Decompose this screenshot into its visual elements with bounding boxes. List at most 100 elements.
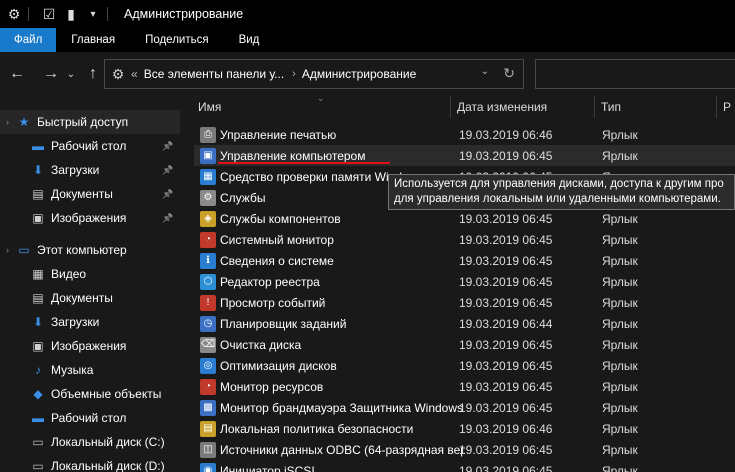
sidebar-item[interactable]: ♪ Музыка [0, 358, 180, 382]
odbc-icon: ◫ [200, 441, 216, 458]
file-date: 19.03.2019 06:45 [459, 274, 553, 289]
forward-arrow-icon[interactable]: → [40, 63, 62, 85]
column-header-date[interactable]: Дата изменения [451, 96, 595, 118]
sidebar-item[interactable]: › ▭ Этот компьютер [0, 238, 180, 262]
tab-home[interactable]: Главная [56, 28, 130, 52]
sidebar-item-label: Объемные объекты [51, 387, 162, 401]
breadcrumb-overflow[interactable]: « [131, 67, 138, 81]
file-row[interactable]: ⌫ Очистка диска 19.03.2019 06:45 Ярлык [194, 334, 735, 355]
file-row[interactable]: ⬡ Редактор реестра 19.03.2019 06:45 Ярлык [194, 271, 735, 292]
expand-chevron-icon[interactable]: › [6, 245, 16, 255]
sidebar-item[interactable]: ▦ Видео [0, 262, 180, 286]
file-row[interactable]: ◔ Монитор ресурсов 19.03.2019 06:45 Ярлык [194, 376, 735, 397]
breadcrumb-administration[interactable]: Администрирование [302, 67, 416, 81]
drive-icon: ▭ [32, 459, 44, 472]
defragment-icon: ◎ [200, 357, 216, 374]
file-name: Локальная политика безопасности [220, 421, 414, 436]
file-row[interactable]: ◎ Оптимизация дисков 19.03.2019 06:45 Ярлык [194, 355, 735, 376]
tab-file[interactable]: Файл [0, 28, 57, 52]
file-type: Ярлык [602, 253, 638, 268]
address-bar[interactable]: ⚙ « Все элементы панели у... › Администр… [104, 59, 524, 89]
file-date: 19.03.2019 06:45 [459, 358, 553, 373]
pictures-icon: ▣ [32, 211, 44, 225]
file-row[interactable]: ◈ Службы компонентов 19.03.2019 06:45 Ярлык [194, 208, 735, 229]
sidebar-item-label: Документы [51, 187, 113, 201]
sidebar-item[interactable]: ▤ Документы [0, 286, 180, 310]
search-input[interactable] [535, 59, 735, 89]
sidebar-item[interactable]: › ★ Быстрый доступ [0, 110, 180, 134]
window-title: Администрирование [124, 7, 244, 21]
column-header-name[interactable]: Имя [192, 96, 451, 118]
pin-icon[interactable]: 📌 [162, 189, 173, 200]
documents-icon: ▤ [32, 291, 44, 305]
sidebar-item[interactable]: ▣ Изображения [0, 334, 180, 358]
customize-toolbar-icon[interactable]: ▾ [85, 6, 101, 22]
file-row[interactable]: ◫ Источники данных ODBC (64-разрядная вер… [194, 439, 735, 460]
file-type: Ярлык [602, 316, 638, 331]
file-date: 19.03.2019 06:45 [459, 400, 553, 415]
sidebar-item-label: Быстрый доступ [37, 115, 129, 129]
pin-icon[interactable]: 📌 [162, 141, 173, 152]
tab-share[interactable]: Поделиться [130, 28, 224, 52]
file-row[interactable]: ▩ Монитор брандмауэра Защитника Windows 19… [194, 397, 735, 418]
sidebar-item-label: Рабочий стол [51, 411, 127, 425]
sidebar-item[interactable]: ⬇ Загрузки 📌 [0, 158, 180, 182]
sidebar-item-label: Видео [51, 267, 87, 281]
file-type: Ярлык [602, 463, 638, 472]
control-panel-icon: ⚙ [111, 65, 125, 82]
file-date: 19.03.2019 06:45 [459, 211, 553, 226]
file-name: Оптимизация дисков [220, 358, 337, 373]
up-arrow-icon[interactable]: ↑ [82, 63, 104, 85]
back-arrow-icon[interactable]: ← [6, 63, 28, 85]
properties-icon[interactable]: ☑ [41, 6, 57, 22]
sidebar-item[interactable]: ▬ Рабочий стол 📌 [0, 134, 180, 158]
sidebar-item[interactable]: ⬇ Загрузки [0, 310, 180, 334]
sidebar-item[interactable]: ◆ Объемные объекты [0, 382, 180, 406]
sidebar-item-label: Рабочий стол [51, 139, 127, 153]
sidebar-item[interactable]: ▭ Локальный диск (D:) [0, 454, 180, 472]
sidebar-item[interactable]: ▭ Локальный диск (C:) [0, 430, 180, 454]
sidebar-item-label: Музыка [51, 363, 94, 377]
pin-icon[interactable]: 📌 [162, 165, 173, 176]
music-icon: ♪ [35, 363, 41, 377]
file-row[interactable]: ℹ Сведения о системе 19.03.2019 06:45 Ярлык [194, 250, 735, 271]
expand-chevron-icon[interactable]: › [6, 117, 16, 127]
download-icon: ⬇ [32, 315, 44, 329]
disk-cleanup-icon: ⌫ [200, 336, 216, 353]
tooltip: Используется для управления дисками, дос… [388, 174, 735, 210]
file-type: Ярлык [602, 295, 638, 310]
pin-icon[interactable]: 📌 [162, 213, 173, 224]
file-name: Редактор реестра [220, 274, 320, 289]
new-folder-icon[interactable]: ▮ [63, 6, 79, 22]
file-row[interactable]: ◉ Инициатор iSCSI 19.03.2019 06:45 Ярлык [194, 460, 735, 472]
address-dropdown-icon[interactable]: ⌄ [481, 66, 489, 77]
file-row[interactable]: ▣ Управление компьютером 19.03.2019 06:45 Я… [194, 145, 735, 166]
tooltip-line-2: для управления локальным или удаленными … [394, 193, 721, 205]
sidebar-item[interactable]: ▬ Рабочий стол [0, 406, 180, 430]
file-name: Очистка диска [220, 337, 302, 352]
sidebar-item-label: Локальный диск (D:) [51, 459, 165, 472]
file-type: Ярлык [602, 358, 638, 373]
sidebar-item-label: Загрузки [51, 315, 100, 329]
file-row[interactable]: ⎙ Управление печатью 19.03.2019 06:46 Ярлык [194, 124, 735, 145]
file-row[interactable]: ◷ Планировщик заданий 19.03.2019 06:44 Ярлы… [194, 313, 735, 334]
column-header-type[interactable]: Тип [595, 96, 717, 118]
file-row[interactable]: ▤ Локальная политика безопасности 19.03.20… [194, 418, 735, 439]
settings-icon[interactable]: ⚙ [6, 6, 22, 22]
security-policy-icon: ▤ [200, 420, 216, 437]
file-row[interactable]: ! Просмотр событий 19.03.2019 06:45 Ярлык [194, 292, 735, 313]
system-info-icon: ℹ [200, 252, 216, 269]
breadcrumb-control-panel[interactable]: Все элементы панели у... [144, 67, 284, 81]
recent-locations-chevron-icon[interactable]: ⌄ [64, 63, 78, 85]
file-type: Ярлык [602, 379, 638, 394]
sidebar-item[interactable]: ▣ Изображения 📌 [0, 206, 180, 230]
sidebar-item[interactable]: ▤ Документы 📌 [0, 182, 180, 206]
file-date: 19.03.2019 06:45 [459, 337, 553, 352]
refresh-icon[interactable]: ↻ [503, 65, 515, 82]
file-date: 19.03.2019 06:45 [459, 253, 553, 268]
column-header-size[interactable]: Р [717, 96, 735, 118]
pictures-icon: ▣ [32, 339, 44, 353]
file-row[interactable]: ◔ Системный монитор 19.03.2019 06:45 Ярлык [194, 229, 735, 250]
breadcrumb-chevron-icon[interactable]: › [292, 68, 296, 80]
tab-view[interactable]: Вид [224, 28, 275, 52]
